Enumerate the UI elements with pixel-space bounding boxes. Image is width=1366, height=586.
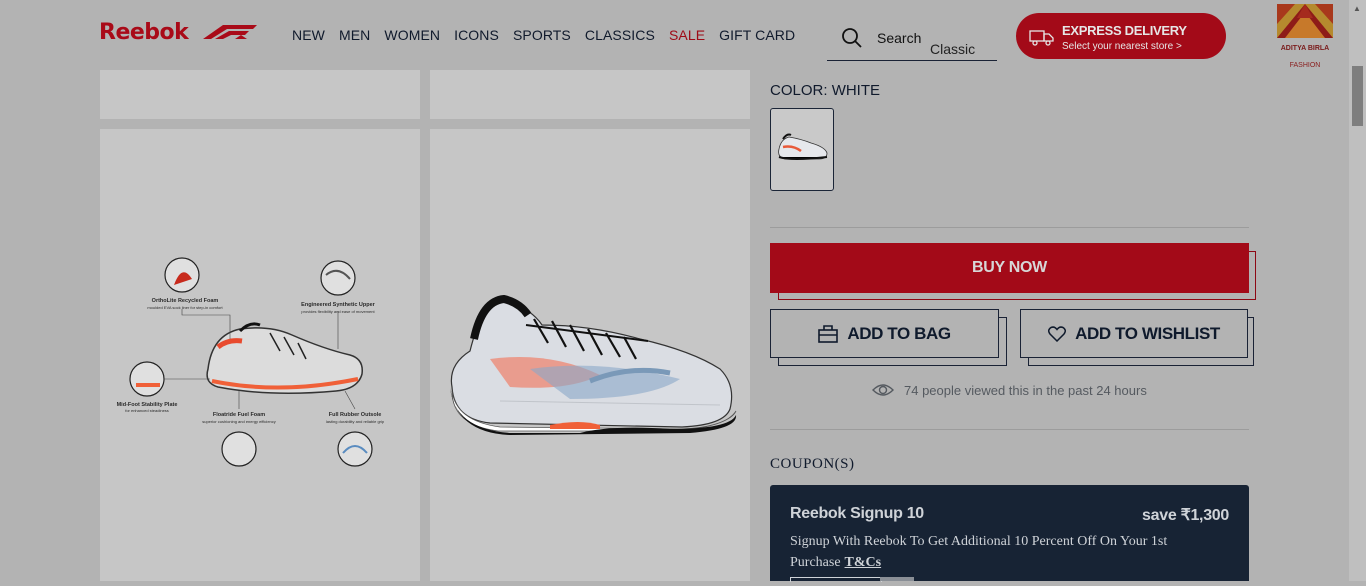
search-box[interactable]: Search Classic [827, 22, 997, 61]
nav-new[interactable]: NEW [292, 27, 325, 43]
express-delivery-title: EXPRESS DELIVERY [1062, 23, 1187, 38]
divider-bottom [770, 429, 1249, 430]
eye-icon [872, 384, 894, 396]
color-label-prefix: COLOR: [770, 82, 828, 99]
gallery-image-top-left[interactable] [100, 70, 420, 119]
coupon-savings: save ₹1,300 [1142, 507, 1229, 524]
shopping-bag-icon [818, 324, 839, 343]
brand-sub: FASHION [1289, 62, 1321, 69]
feature-desc-3: for enhanced steadiness [125, 408, 169, 413]
shoe-features-diagram: OrthoLite Recycled Foam moulded EVA sock… [117, 257, 385, 467]
coupon-terms-link[interactable]: T&Cs [845, 555, 882, 570]
express-delivery-button[interactable]: EXPRESS DELIVERY Select your nearest sto… [1016, 13, 1226, 59]
nav-sports[interactable]: SPORTS [513, 27, 571, 43]
feature-desc-4: superior cushioning and energy efficienc… [202, 419, 276, 424]
add-to-bag-button[interactable]: ADD TO BAG [770, 309, 999, 358]
search-input[interactable]: Classic [930, 41, 975, 57]
aditya-birla-logo[interactable]: ADITYA BIRLA FASHION [1275, 4, 1335, 69]
feature-title-1: OrthoLite Recycled Foam [152, 298, 219, 304]
aditya-birla-emblem-icon [1277, 4, 1333, 38]
gallery-image-features[interactable]: OrthoLite Recycled Foam moulded EVA sock… [100, 129, 420, 581]
nav-women[interactable]: WOMEN [384, 27, 440, 43]
gallery-image-shoe[interactable] [430, 129, 750, 581]
brand-name: ADITYA BIRLA [1280, 45, 1330, 52]
coupon-name: Reebok Signup 10 [790, 505, 924, 522]
site-header: Reebok NEW MEN WOMEN ICONS SPORTS CLASSI… [0, 0, 1349, 70]
nav-gift-card[interactable]: GIFT CARD [719, 27, 795, 43]
scroll-up-arrow-icon[interactable]: ▲ [1353, 4, 1361, 13]
feature-desc-2: provides flexibility and ease of movemen… [301, 309, 375, 314]
heart-icon [1048, 325, 1067, 342]
color-value: WHITE [831, 82, 881, 99]
coupon-card: Reebok Signup 10 save ₹1,300 Signup With… [770, 485, 1249, 582]
viewers-text: 74 people viewed this in the past 24 hou… [904, 382, 1147, 398]
nav-classics[interactable]: CLASSICS [585, 27, 655, 43]
color-label: COLOR: WHITE [770, 82, 880, 99]
buy-now-button[interactable]: BUY NOW [770, 243, 1249, 293]
delivery-truck-icon [1029, 30, 1054, 46]
color-swatch-white[interactable] [770, 108, 834, 191]
divider-top [770, 227, 1249, 228]
viewers-info: 74 people viewed this in the past 24 hou… [872, 382, 1147, 398]
feature-desc-5: lasting durability and reliable grip [326, 419, 385, 424]
feature-title-5: Full Rubber Outsole [329, 412, 382, 418]
gallery-image-top-right[interactable] [430, 70, 750, 119]
coupon-description-block: Signup With Reebok To Get Additional 10 … [790, 531, 1210, 573]
reebok-logo[interactable]: Reebok [99, 20, 189, 45]
feature-title-4: Floatride Fuel Foam [213, 412, 265, 418]
reebok-vector-icon[interactable] [201, 23, 259, 41]
nav-sale[interactable]: SALE [669, 27, 705, 43]
feature-title-2: Engineered Synthetic Upper [301, 302, 376, 308]
main-nav: NEW MEN WOMEN ICONS SPORTS CLASSICS SALE… [292, 27, 809, 43]
feature-desc-1: moulded EVA sock liner for step-in comfo… [147, 305, 223, 310]
search-icon[interactable] [841, 27, 863, 49]
coupons-heading: COUPON(S) [770, 456, 855, 472]
coupon-code-field[interactable] [790, 577, 882, 582]
search-label: Search [877, 30, 922, 46]
nav-icons[interactable]: ICONS [454, 27, 499, 43]
scrollbar-thumb[interactable] [1352, 66, 1363, 126]
add-to-wishlist-label: ADD TO WISHLIST [1075, 323, 1220, 343]
shoe-side-view-image [450, 294, 737, 435]
add-to-bag-label: ADD TO BAG [847, 323, 951, 343]
nav-men[interactable]: MEN [339, 27, 370, 43]
express-delivery-subtitle: Select your nearest store > [1062, 41, 1182, 52]
shoe-thumbnail-image [778, 133, 828, 160]
coupon-apply-button[interactable] [880, 577, 914, 581]
add-to-wishlist-button[interactable]: ADD TO WISHLIST [1020, 309, 1248, 358]
